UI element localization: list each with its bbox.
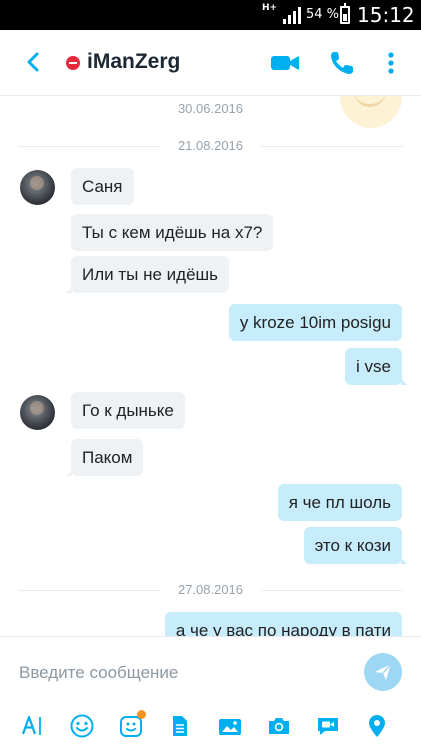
message-bubble[interactable]: Саня [71, 168, 134, 205]
status-bar: H+ 54 % 15:12 [0, 0, 421, 30]
photo-gallery-icon[interactable] [217, 713, 243, 739]
message-bubble[interactable]: я че пл шоль [277, 484, 402, 521]
date-separator: 30.06.2016 [0, 101, 421, 117]
message-bubble[interactable]: у kroze 10im posigu [228, 304, 402, 341]
send-icon [375, 663, 392, 680]
message-bubble[interactable]: это к кози [303, 527, 408, 564]
message-list[interactable]: 30.06.2016 21.08.2016 Саня Ты с кем идёш… [0, 96, 421, 636]
do-not-disturb-status-icon [66, 56, 80, 70]
location-icon[interactable] [364, 713, 390, 739]
message-bubble[interactable]: i vse [345, 348, 407, 385]
message-input[interactable] [19, 659, 339, 687]
contact-name[interactable]: iManZerg [87, 50, 180, 74]
video-message-icon[interactable] [315, 713, 341, 739]
clock: 15:12 [357, 3, 415, 27]
emoticon-icon[interactable] [69, 713, 95, 739]
date-separator: 27.08.2016 [0, 582, 421, 598]
message-composer [0, 636, 421, 750]
video-call-icon[interactable] [270, 48, 300, 78]
message-bubble[interactable]: Паком [65, 439, 144, 476]
network-type: H+ [262, 3, 278, 13]
avatar[interactable] [20, 170, 55, 205]
notification-dot [137, 710, 146, 719]
camera-icon[interactable] [266, 713, 292, 739]
back-icon[interactable] [20, 48, 48, 76]
message-bubble[interactable]: Го к дыньке [71, 392, 185, 429]
date-separator: 21.08.2016 [0, 138, 421, 154]
font-style-icon[interactable] [20, 713, 46, 739]
composer-toolbar [0, 710, 421, 743]
battery-icon [340, 3, 350, 24]
battery-percent: 54 % [306, 7, 340, 22]
message-bubble[interactable]: а че у вас по народу в пати [164, 612, 402, 636]
mojis-icon[interactable] [118, 710, 146, 739]
signal-icon [283, 6, 303, 24]
message-bubble[interactable]: Или ты не идёшь [65, 256, 230, 293]
more-vert-icon[interactable] [376, 48, 406, 78]
conversation-header: iManZerg [0, 30, 421, 96]
file-icon[interactable] [167, 713, 193, 739]
message-bubble[interactable]: Ты с кем идёшь на х7? [71, 214, 274, 251]
avatar[interactable] [20, 395, 55, 430]
voice-call-icon[interactable] [327, 48, 357, 78]
send-button[interactable] [364, 653, 402, 691]
